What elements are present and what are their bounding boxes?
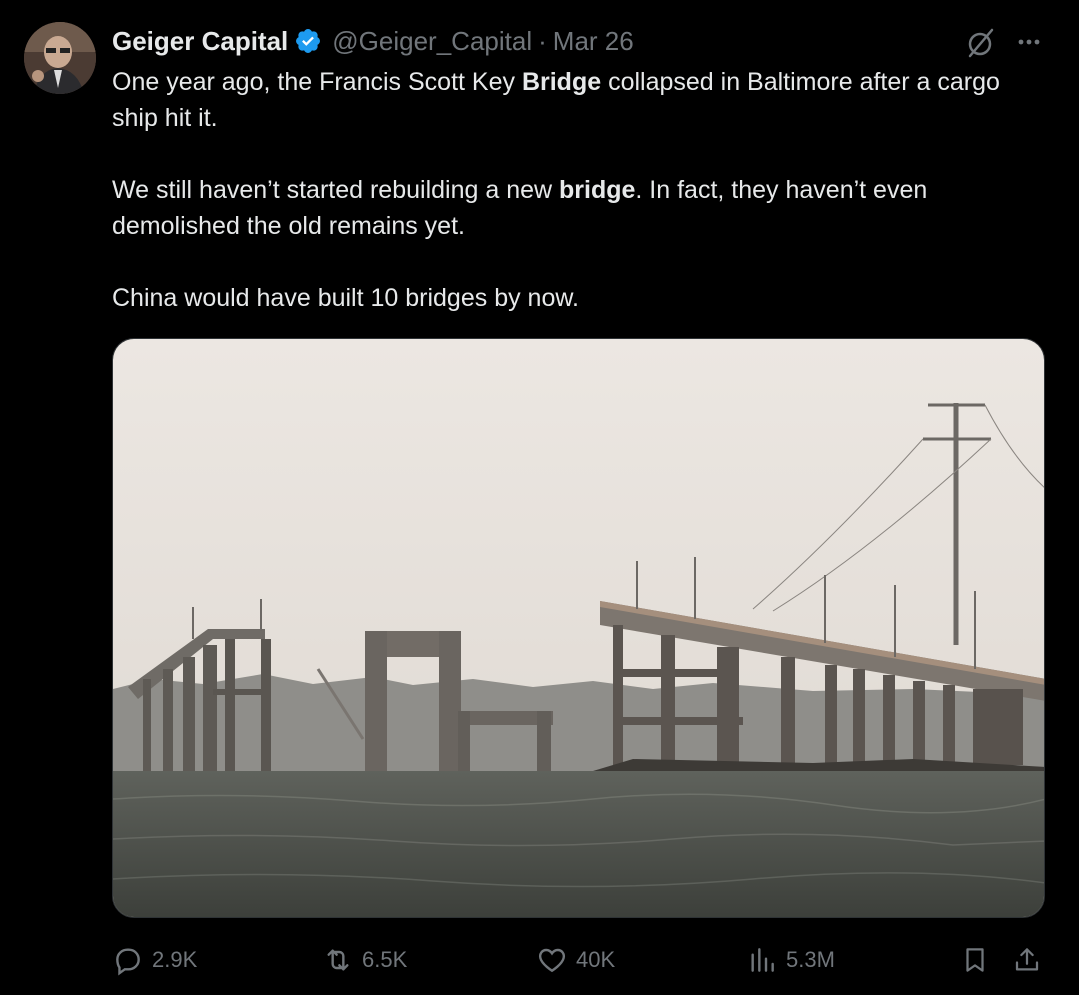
share-icon [1015, 948, 1039, 971]
highlight-bridge: bridge [559, 176, 636, 204]
repost-icon [327, 949, 349, 971]
share-button[interactable] [1010, 940, 1044, 980]
like-button[interactable]: 40K [536, 940, 615, 980]
tweet: Geiger Capital @Geiger_Capital · Mar 26 … [0, 0, 1079, 995]
tweet-text: One year ago, the Francis Scott Key Brid… [112, 64, 1042, 316]
bookmark-button[interactable] [958, 940, 992, 980]
like-count: 40K [576, 947, 616, 972]
highlight-bridge: Bridge [521, 68, 602, 96]
verified-badge-icon[interactable] [294, 27, 322, 55]
reply-button[interactable]: 2.9K [112, 940, 197, 980]
tweet-paragraph-2: We still haven’t started rebuilding a ne… [112, 176, 928, 240]
views-icon [751, 948, 774, 972]
tweet-photo[interactable] [112, 338, 1045, 918]
bookmark-icon [966, 948, 984, 972]
heart-icon [538, 948, 566, 973]
separator-dot: · [538, 25, 547, 56]
grok-icon[interactable] [964, 26, 998, 60]
avatar[interactable] [24, 22, 96, 94]
reply-icon [116, 948, 140, 976]
author-handle[interactable]: @Geiger_Capital [332, 26, 532, 57]
repost-count: 6.5K [362, 947, 408, 972]
views-count: 5.3M [786, 947, 835, 972]
views-button[interactable]: 5.3M [746, 940, 835, 980]
repost-button[interactable]: 6.5K [322, 940, 407, 980]
action-bar: 2.9K 6.5K 40K 5.3M [112, 940, 1046, 980]
more-icon[interactable] [1012, 26, 1046, 60]
tweet-header: Geiger Capital @Geiger_Capital · Mar 26 [112, 24, 634, 58]
tweet-paragraph-1: One year ago, the Francis Scott Key Brid… [112, 68, 1000, 132]
reply-count: 2.9K [152, 947, 198, 972]
author-name[interactable]: Geiger Capital [112, 26, 288, 57]
tweet-date[interactable]: Mar 26 [553, 26, 634, 57]
tweet-paragraph-3: China would have built 10 bridges by now… [112, 284, 579, 312]
